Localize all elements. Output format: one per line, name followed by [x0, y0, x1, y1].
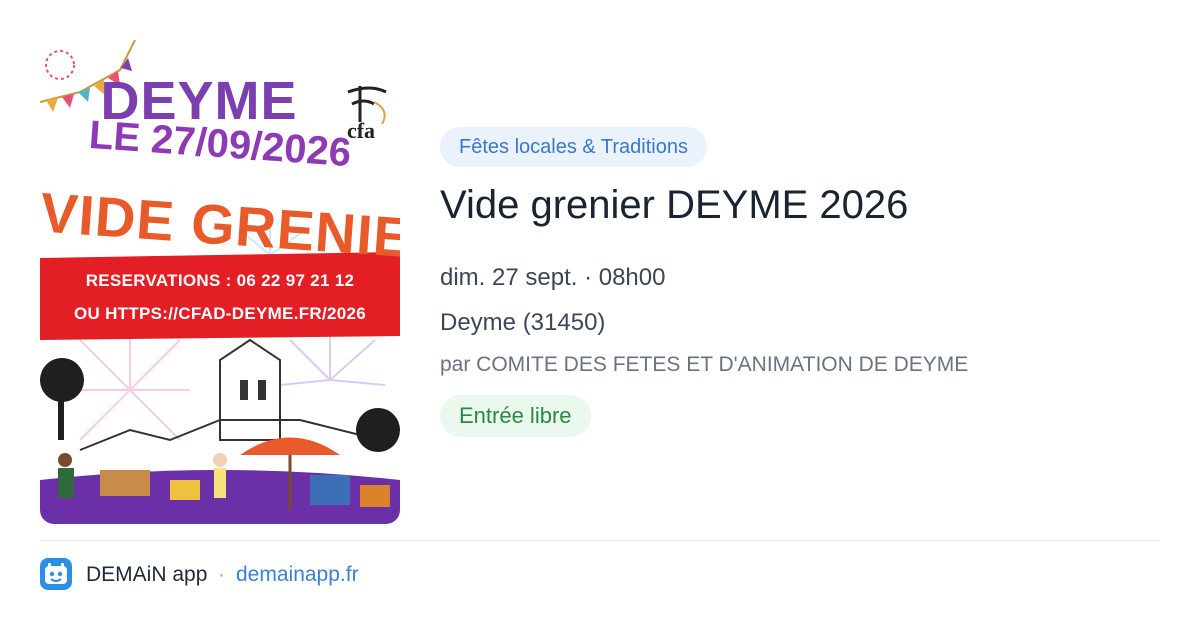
organizer-logo: cfa [330, 84, 392, 144]
footer-divider [40, 540, 1160, 541]
event-poster-image[interactable]: DEYME LE 27/09/2026 VIDE GRENIER RESERVA… [40, 40, 400, 524]
event-datetime: dim. 27 sept. · 08h00 [440, 264, 666, 291]
app-website-link[interactable]: demainapp.fr [236, 563, 359, 587]
app-name: DEMAiN app [86, 563, 208, 586]
category-badge[interactable]: Fêtes locales & Traditions [440, 127, 707, 167]
logo-text: cfa [346, 118, 376, 143]
poster-url: OU HTTPS://CFAD-DEYME.FR/2026 [73, 304, 367, 323]
event-title: Vide grenier DEYME 2026 [440, 183, 909, 227]
poster-reservations: RESERVATIONS : 06 22 97 21 12 [85, 271, 355, 290]
demain-app-icon [40, 558, 72, 590]
event-organizer: par COMITE DES FETES ET D'ANIMATION DE D… [440, 353, 969, 376]
price-badge: Entrée libre [440, 395, 591, 437]
event-location: Deyme (31450) [440, 309, 606, 336]
footer-separator: · [218, 563, 225, 586]
